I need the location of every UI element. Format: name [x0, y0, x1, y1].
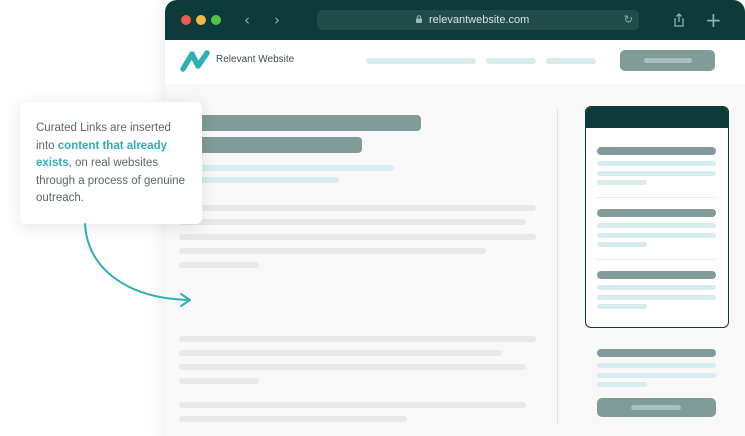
back-arrow-icon[interactable]: ‹: [237, 10, 257, 30]
callout-card: Curated Links are inserted into content …: [20, 102, 202, 224]
sidebar-button-label-placeholder: [631, 405, 681, 410]
plus-icon[interactable]: +: [705, 8, 722, 32]
body-text-line: [179, 205, 536, 211]
curved-arrow-icon: [84, 223, 191, 307]
sidebar-card-text-line: [597, 161, 716, 166]
nav-link-3[interactable]: [486, 58, 536, 64]
browser-toolbar: ‹ › relevantwebsite.com ↻ +: [165, 0, 745, 40]
body-text-line: [179, 350, 502, 356]
sidebar-divider: [557, 108, 558, 424]
body-text-line: [179, 248, 486, 254]
sidebar-card: [585, 106, 729, 328]
article-subtitle-line-1: [179, 165, 394, 171]
lock-icon: [416, 15, 422, 23]
body-text-line: [179, 402, 526, 408]
url-text: relevantwebsite.com: [429, 14, 530, 26]
sidebar-text-line: [597, 382, 647, 387]
nav-link-4[interactable]: [546, 58, 596, 64]
header-cta-label-placeholder: [644, 58, 692, 63]
header-cta-button[interactable]: [620, 50, 715, 71]
site-header: Relevant Website: [165, 40, 745, 84]
reload-icon[interactable]: ↻: [624, 11, 633, 29]
sidebar-heading: [597, 349, 716, 357]
sidebar-text-line: [597, 363, 716, 368]
site-name: Relevant Website: [216, 54, 295, 65]
callout-text: Curated Links are inserted into content …: [36, 120, 186, 208]
body-text-line: [179, 416, 407, 422]
sidebar-card-header: [586, 107, 728, 128]
sidebar-card-heading: [597, 209, 716, 217]
relevant-website-logo-icon[interactable]: [179, 50, 211, 72]
sidebar-card-text-line: [597, 295, 716, 300]
sidebar-card-text-line: [597, 304, 647, 309]
body-text-line: [179, 378, 259, 384]
share-icon[interactable]: [671, 12, 687, 28]
sidebar-card-heading: [597, 147, 716, 155]
close-window-button[interactable]: [181, 15, 191, 25]
nav-link-2[interactable]: [426, 58, 476, 64]
forward-arrow-icon[interactable]: ›: [267, 10, 287, 30]
body-text-line: [179, 219, 526, 225]
sidebar-card-heading: [597, 271, 716, 279]
sidebar-card-text-line: [597, 180, 647, 185]
body-text-line: [179, 336, 536, 342]
browser-window: ‹ › relevantwebsite.com ↻ + Relevant Web…: [165, 0, 745, 436]
sidebar-card-text-line: [597, 233, 716, 238]
sidebar-card-text-line: [597, 223, 716, 228]
sidebar-card-separator: [596, 259, 718, 260]
article-title-line-1: [165, 115, 421, 131]
sidebar-card-text-line: [597, 171, 716, 176]
sidebar-text-line: [597, 373, 716, 378]
article-subtitle-line-2: [179, 177, 339, 183]
address-bar[interactable]: relevantwebsite.com ↻: [317, 10, 639, 30]
sidebar-card-text-line: [597, 242, 647, 247]
sidebar-card-separator: [596, 197, 718, 198]
sidebar-card-text-line: [597, 285, 716, 290]
maximize-window-button[interactable]: [211, 15, 221, 25]
body-text-line: [179, 234, 536, 240]
minimize-window-button[interactable]: [196, 15, 206, 25]
sidebar-button[interactable]: [597, 398, 716, 417]
body-text-line: [179, 364, 526, 370]
